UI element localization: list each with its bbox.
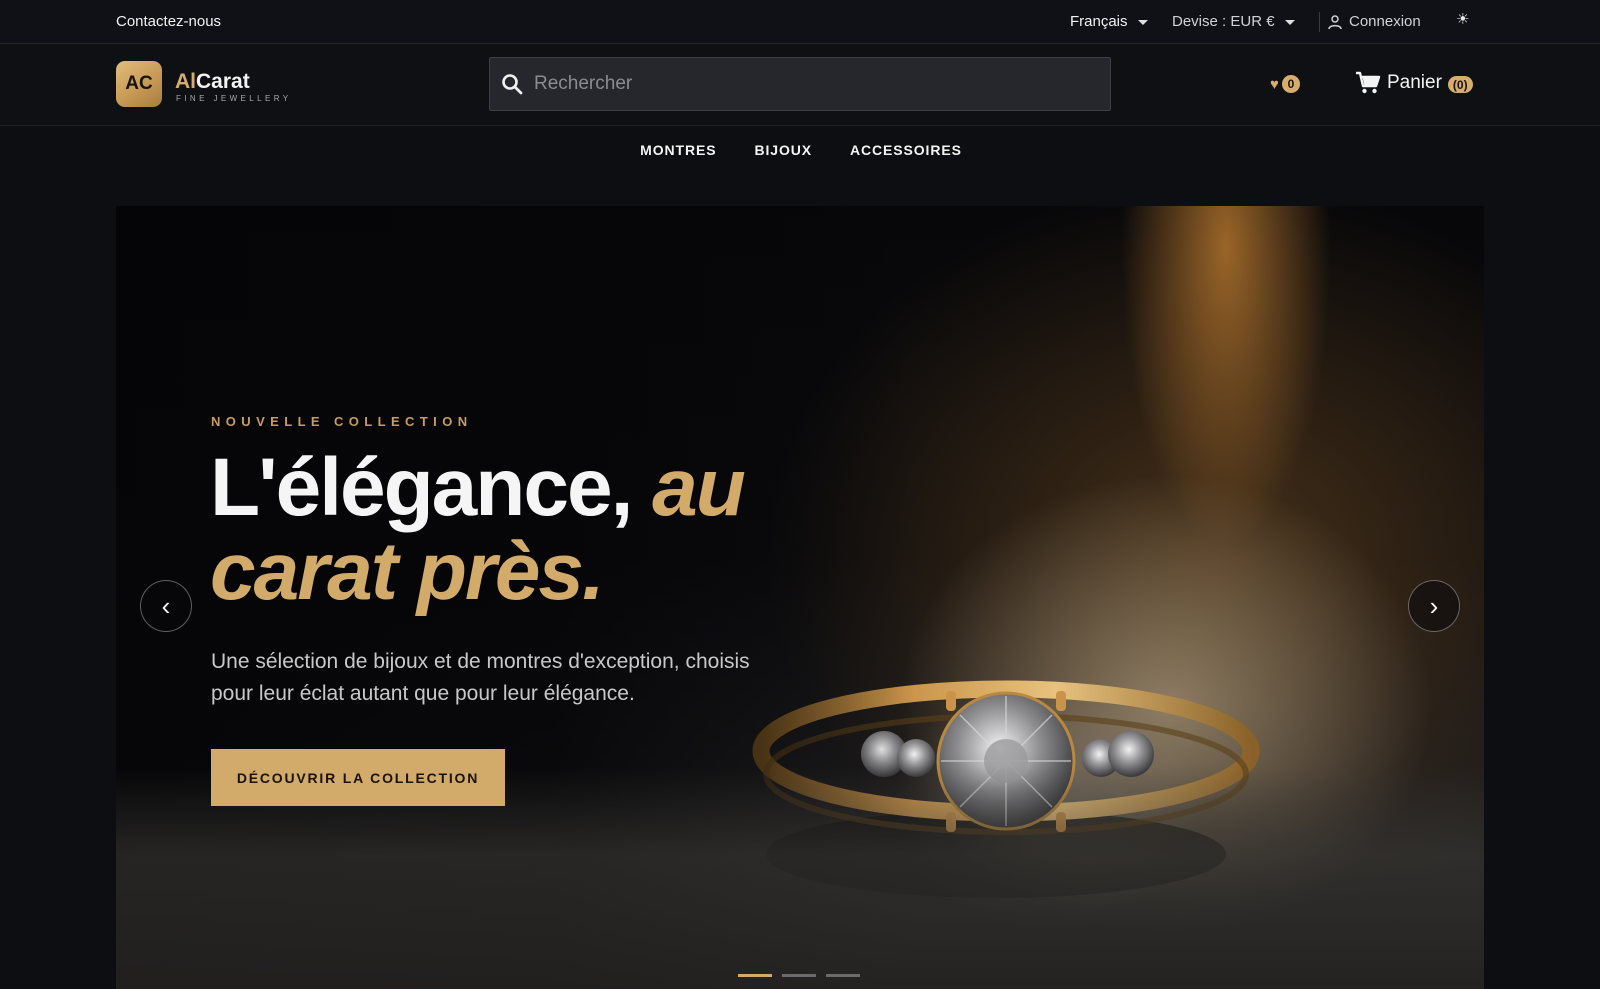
hero-headline: L'élégance, au carat près.	[210, 446, 910, 614]
nav-item-bijoux[interactable]: BIJOUX	[754, 142, 812, 176]
divider	[1319, 12, 1320, 32]
carousel-next-button[interactable]: ›	[1408, 580, 1460, 632]
discover-collection-button[interactable]: DÉCOUVRIR LA COLLECTION	[211, 749, 505, 806]
language-selector[interactable]: Français	[1070, 13, 1148, 30]
contact-link[interactable]: Contactez-nous	[116, 13, 221, 30]
main-nav: MONTRES BIJOUX ACCESSOIRES	[0, 126, 1600, 176]
wishlist-button[interactable]: ♥ 0	[1270, 75, 1300, 93]
currency-label: Devise : EUR €	[1172, 13, 1275, 30]
theme-toggle[interactable]: ☀	[1456, 10, 1469, 28]
cart-count-badge: (0)	[1447, 76, 1473, 93]
language-label: Français	[1070, 13, 1128, 30]
brand-name-ai: Al	[175, 70, 196, 93]
cart-button[interactable]: Panier (0)	[1355, 71, 1473, 95]
top-utility-bar: Contactez-nous Français Devise : EUR € C…	[0, 0, 1600, 44]
carousel-dot-1[interactable]	[738, 974, 772, 977]
hero-eyebrow: NOUVELLE COLLECTION	[211, 414, 473, 429]
carousel-prev-button[interactable]: ‹	[140, 580, 192, 632]
carousel-dot-2[interactable]	[782, 974, 816, 977]
brand-name[interactable]: AlCarat	[175, 70, 250, 94]
logo-badge[interactable]: AC	[116, 61, 162, 107]
cart-label: Panier	[1387, 72, 1442, 93]
sun-icon: ☀	[1456, 11, 1470, 28]
search-icon[interactable]	[500, 72, 524, 96]
currency-selector[interactable]: Devise : EUR €	[1172, 13, 1295, 30]
nav-item-accessoires[interactable]: ACCESSOIRES	[850, 142, 962, 176]
carousel-dot-3[interactable]	[826, 974, 860, 977]
chevron-right-icon: ›	[1429, 590, 1439, 621]
hero-subtitle: Une sélection de bijoux et de montres d'…	[211, 650, 750, 705]
user-icon	[1328, 14, 1342, 29]
login-link[interactable]: Connexion	[1327, 13, 1421, 30]
cart-icon	[1356, 71, 1381, 94]
brand-name-rest: Carat	[196, 70, 250, 93]
nav-item-montres[interactable]: MONTRES	[640, 142, 716, 176]
hero-headline-main: L'élégance,	[210, 442, 633, 533]
wishlist-count-badge: 0	[1281, 75, 1300, 93]
search-bar	[489, 57, 1111, 111]
heart-icon: ♥	[1270, 75, 1279, 93]
chevron-down-icon	[1137, 20, 1148, 25]
site-header: AC AlCarat FINE JEWELLERY ♥ 0 Panier (0)	[0, 44, 1600, 126]
hero-carousel: NOUVELLE COLLECTION L'élégance, au carat…	[116, 206, 1484, 989]
brand-tagline: FINE JEWELLERY	[176, 94, 292, 103]
chevron-down-icon	[1284, 20, 1295, 25]
chevron-left-icon: ‹	[161, 590, 171, 621]
search-input[interactable]	[534, 73, 1094, 95]
carousel-indicators	[738, 974, 860, 977]
login-label: Connexion	[1349, 13, 1421, 30]
